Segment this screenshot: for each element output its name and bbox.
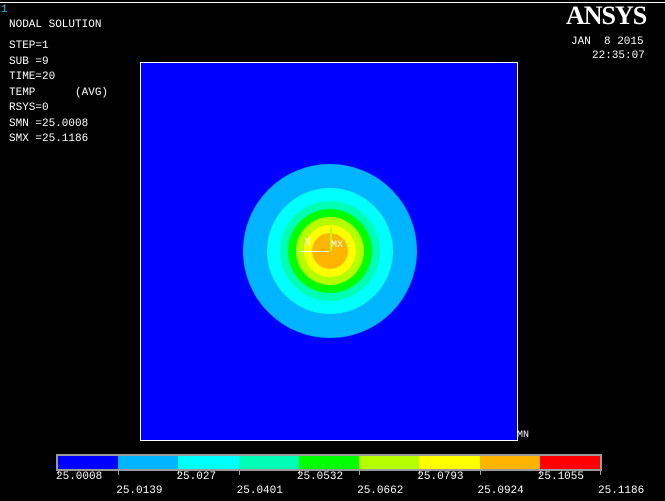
legend-swatch [118, 456, 179, 469]
window-number: 1 [1, 4, 8, 16]
plot-title: NODAL SOLUTION [9, 19, 102, 31]
legend-swatch [238, 456, 299, 469]
legend-swatch [419, 456, 480, 469]
legend-tick [359, 471, 361, 475]
min-label: MN [517, 430, 530, 441]
time: 22:35:07 [592, 50, 645, 62]
legend-value: 25.0662 [357, 485, 404, 497]
max-label: MX [331, 240, 344, 251]
legend-swatch [539, 456, 600, 469]
contour-plot[interactable]: X MX [140, 62, 518, 441]
legend-swatch [58, 456, 119, 469]
info-line: SUB =9 [9, 55, 49, 68]
info-line: STEP=1 [9, 40, 49, 52]
axis-x-label: X [304, 237, 311, 249]
legend-tick [600, 471, 601, 475]
legend-tick [479, 471, 481, 475]
legend-swatch [178, 456, 239, 469]
legend-swatch [359, 456, 420, 469]
info-line: TIME=20 [9, 71, 56, 83]
info-line: SMX =25.1186 [9, 133, 89, 145]
legend-value: 25.0793 [417, 471, 464, 483]
legend-value: 25.0924 [477, 485, 524, 497]
legend-tick [238, 471, 240, 475]
info-line: RSYS=0 [9, 102, 49, 114]
ansys-logo: ANSYS [566, 1, 647, 30]
legend-value: 25.1055 [537, 471, 584, 483]
legend-value: 25.027 [176, 471, 217, 483]
color-legend [56, 454, 602, 471]
legend-value: 25.0139 [116, 485, 163, 497]
legend-swatch [298, 456, 360, 469]
legend-value: 25.0008 [56, 471, 103, 483]
date: JAN 8 2015 [571, 36, 644, 48]
info-line: SMN =25.0008 [9, 117, 89, 130]
legend-value: 25.0401 [236, 485, 283, 497]
info-line: TEMP (AVG) [9, 86, 109, 99]
legend-swatch [479, 456, 540, 469]
axis-x-line [301, 251, 329, 252]
legend-tick [118, 471, 120, 475]
legend-value: 25.0532 [296, 471, 344, 483]
legend-value: 25.1186 [598, 485, 645, 497]
